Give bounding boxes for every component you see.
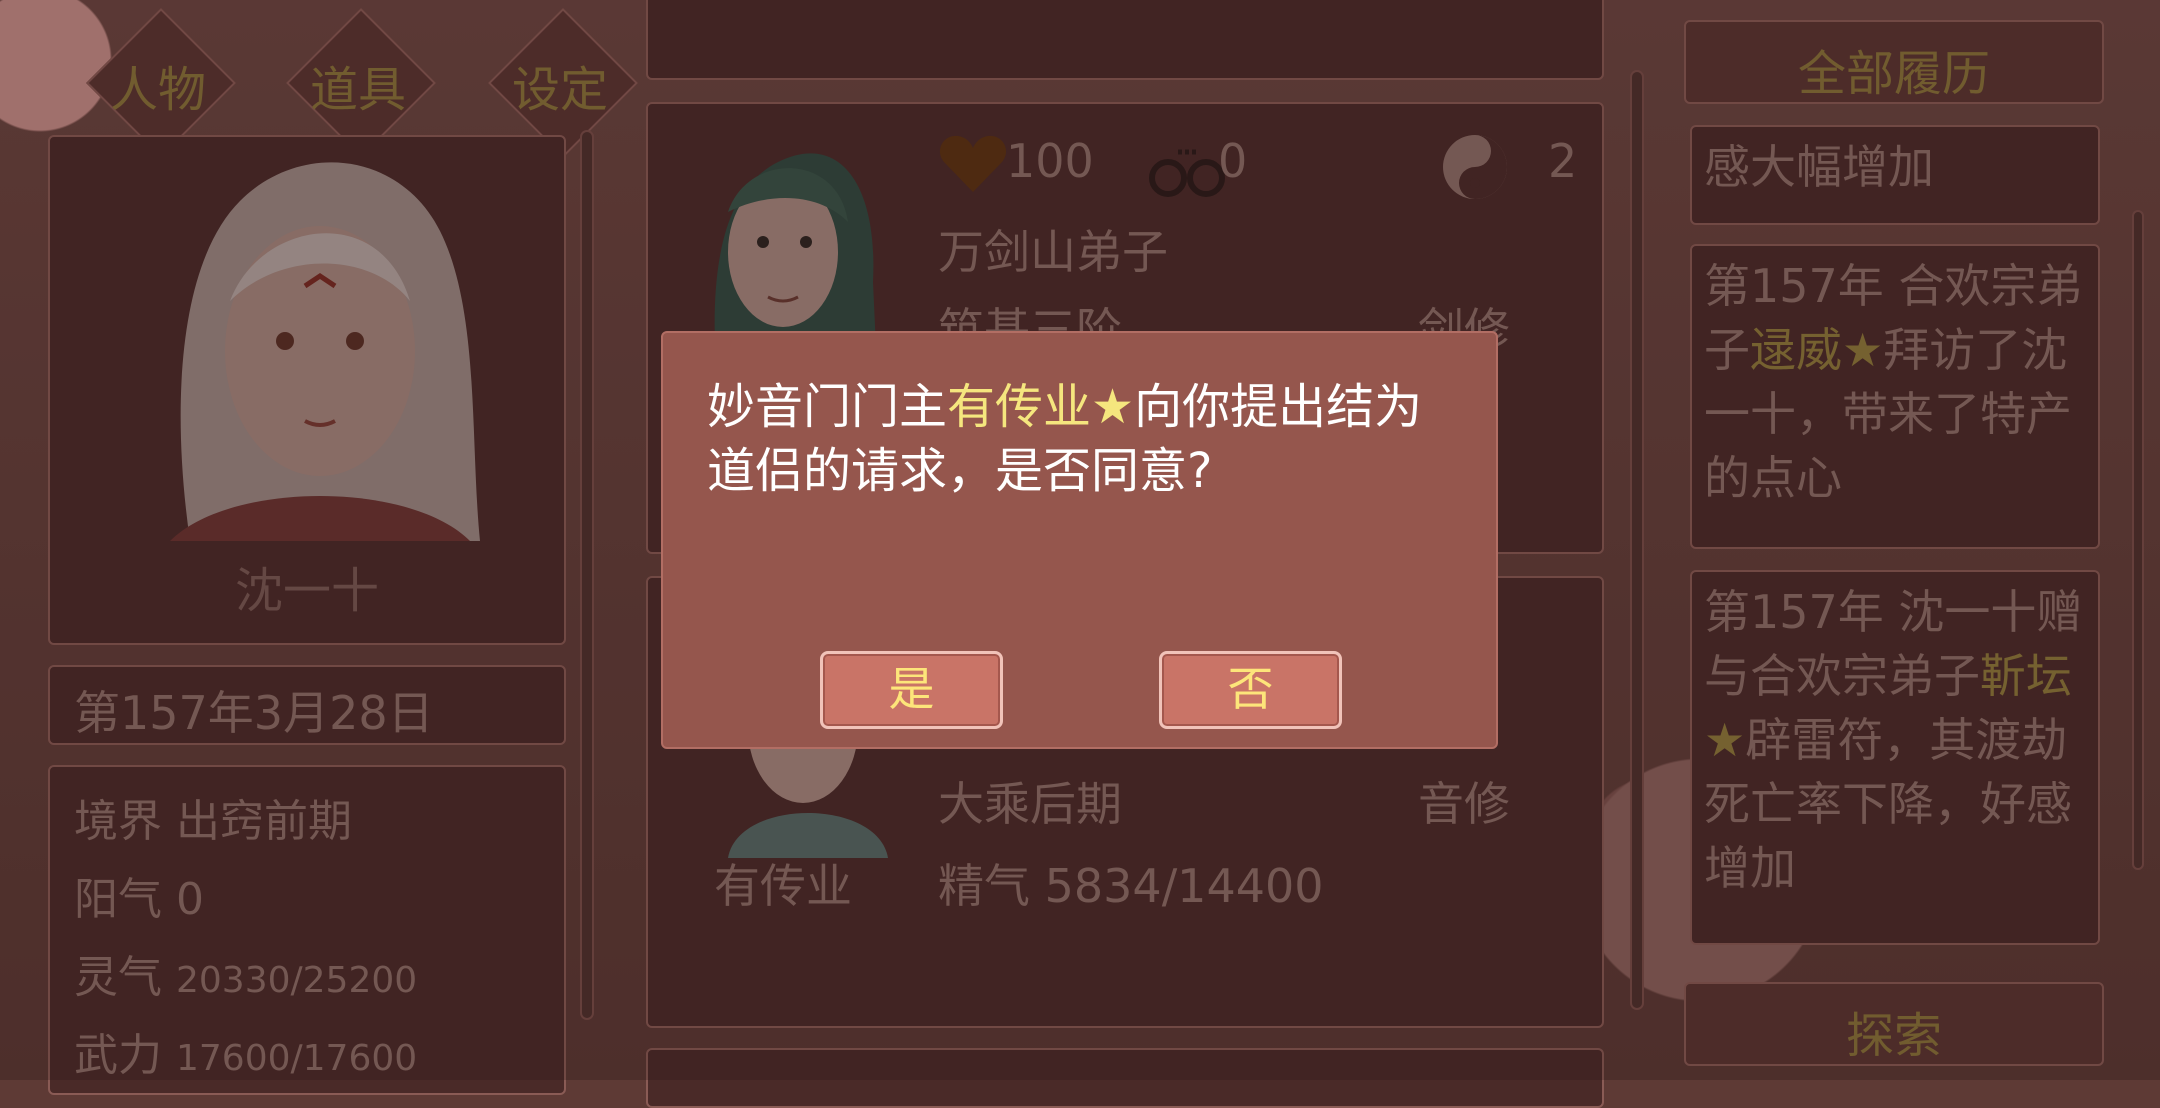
dialog-message: 妙音门门主有传业★向你提出结为道侣的请求，是否同意? — [707, 375, 1467, 503]
dialog-message-name: 有传业★ — [947, 379, 1135, 435]
dialog-message-pre: 妙音门门主 — [707, 379, 948, 435]
dao-partner-dialog: 妙音门门主有传业★向你提出结为道侣的请求，是否同意? 是 否 — [661, 331, 1498, 749]
yes-button[interactable]: 是 — [820, 651, 1003, 729]
no-button[interactable]: 否 — [1159, 651, 1342, 729]
